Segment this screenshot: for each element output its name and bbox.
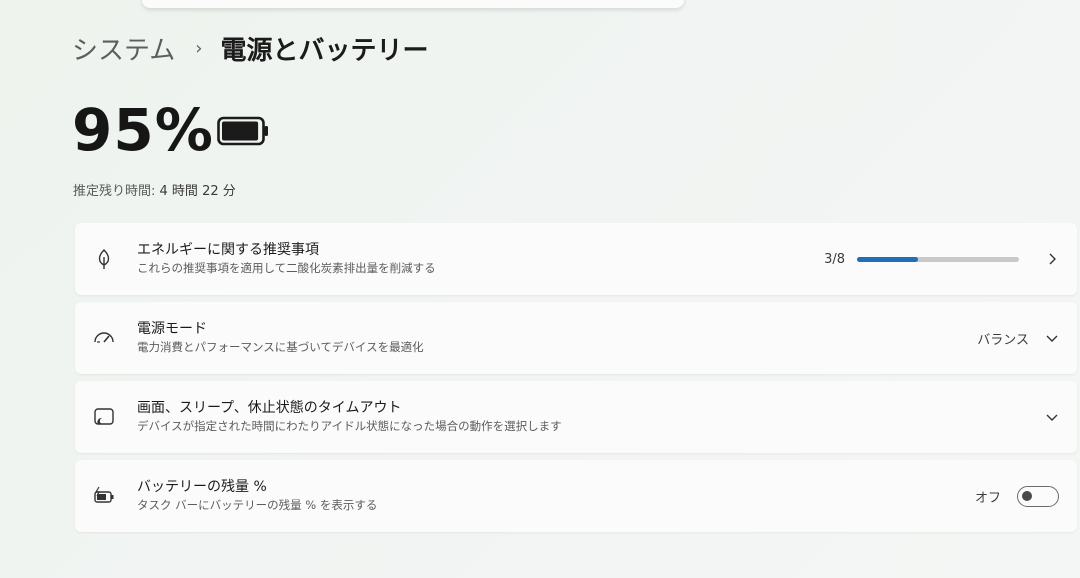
battery-percent: 95% xyxy=(72,96,214,164)
battery-percentage-description: タスク バーにバッテリーの残量 % を表示する xyxy=(137,498,378,512)
screen-sleep-title: 画面、スリープ、休止状態のタイムアウト xyxy=(137,400,402,416)
breadcrumb-separator: › xyxy=(195,37,203,59)
chevron-down-icon[interactable] xyxy=(1045,331,1059,345)
remaining-time: 推定残り時間: 4 時間 22 分 xyxy=(73,180,236,199)
power-mode-description: 電力消費とパフォーマンスに基づいてデバイスを最適化 xyxy=(137,340,424,354)
battery-percentage-toggle-label: オフ xyxy=(974,490,1001,506)
battery-percentage-toggle[interactable] xyxy=(1017,485,1059,507)
battery-percentage-title: バッテリーの残量 % xyxy=(137,479,267,495)
energy-recommendations-title: エネルギーに関する推奨事項 xyxy=(137,242,319,258)
battery-icon xyxy=(217,116,268,146)
screen-sleep-card[interactable]: 画面、スリープ、休止状態のタイムアウト デバイスが指定された時間にわたりアイドル… xyxy=(75,381,1077,453)
energy-recommendations-card[interactable]: エネルギーに関する推奨事項 これらの推奨事項を適用して二酸化炭素排出量を削減する… xyxy=(75,223,1077,295)
recommendations-progress-count: 3/8 xyxy=(824,251,845,267)
battery-percentage-card: バッテリーの残量 % タスク バーにバッテリーの残量 % を表示する オフ xyxy=(75,460,1077,532)
toggle-knob xyxy=(1022,490,1032,501)
page-title: 電源とバッテリー xyxy=(220,35,429,66)
remaining-time-value: 4 時間 22 分 xyxy=(159,184,236,199)
recommendations-progress-bar xyxy=(857,256,1019,262)
battery-charging-icon xyxy=(94,486,114,503)
breadcrumb-system[interactable]: システム xyxy=(72,30,175,67)
remaining-time-label: 推定残り時間: xyxy=(73,184,156,199)
breadcrumb: システム › 電源とバッテリー xyxy=(72,28,428,68)
energy-recommendations-description: これらの推奨事項を適用して二酸化炭素排出量を削減する xyxy=(137,261,436,275)
gauge-icon xyxy=(94,332,114,343)
screen-moon-icon xyxy=(94,408,114,425)
recommendations-progress-fill xyxy=(857,256,918,262)
chevron-down-icon[interactable] xyxy=(1045,410,1059,424)
power-mode-card[interactable]: 電源モード 電力消費とパフォーマンスに基づいてデバイスを最適化 バランス xyxy=(75,302,1077,374)
search-popup-edge xyxy=(142,0,684,8)
chevron-right-icon xyxy=(1049,253,1056,265)
leaf-icon xyxy=(98,249,110,269)
screen-sleep-description: デバイスが指定された時間にわたりアイドル状態になった場合の動作を選択します xyxy=(137,419,562,433)
power-mode-value[interactable]: バランス xyxy=(977,329,1029,348)
power-mode-title: 電源モード xyxy=(137,321,207,337)
